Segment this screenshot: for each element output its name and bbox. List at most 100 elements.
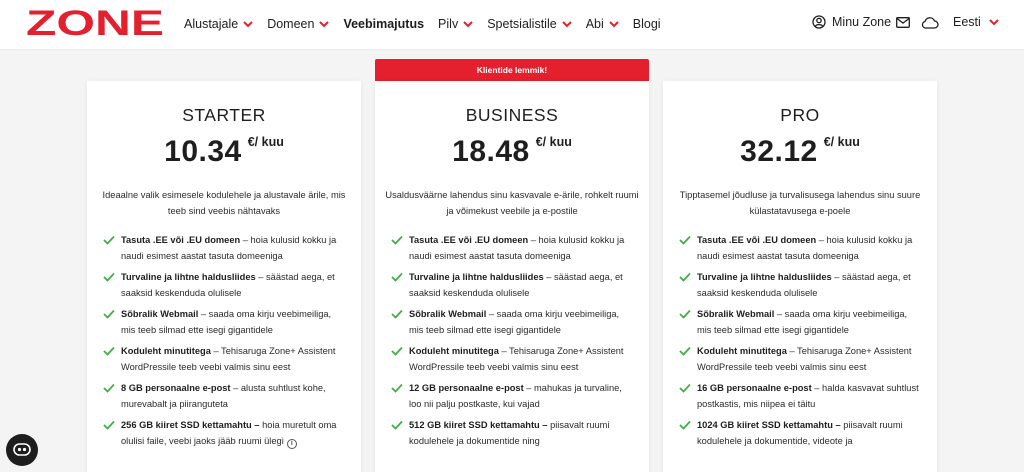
account-link[interactable]: Minu Zone [812, 15, 891, 29]
feature-list: Tasuta .EE või .EU domeen – hoia kulusid… [679, 232, 919, 454]
check-icon [391, 346, 403, 356]
nav-item-domeen[interactable]: Domeen [267, 17, 330, 31]
nav-item-abi[interactable]: Abi [586, 17, 619, 31]
plan-price: 32.12 €/ kuu [663, 135, 937, 169]
feature-title: 12 GB personaalne e-post [409, 383, 524, 393]
feature-title: Koduleht minutitega [121, 346, 211, 356]
check-icon [391, 383, 403, 393]
nav-item-label: Domeen [267, 17, 315, 31]
check-icon [679, 309, 691, 319]
chevron-down-icon [609, 20, 619, 27]
info-icon[interactable]: i [286, 439, 297, 449]
check-icon [103, 383, 115, 393]
feature-title: Koduleht minutitega [697, 346, 787, 356]
feature-item: Sõbralik Webmail – saada oma kirju veebi… [679, 306, 919, 338]
feature-item: Koduleht minutitega – Tehisaruga Zone+ A… [103, 343, 343, 375]
feature-item: 512 GB kiiret SSD kettamahtu – piisavalt… [391, 417, 631, 449]
plan-description: Tipptasemel jõudluse ja turvalisusega la… [679, 190, 921, 216]
feature-title: 8 GB personaalne e-post [121, 383, 231, 393]
feature-item: 256 GB kiiret SSD kettamahtu – hoia mure… [103, 417, 343, 449]
mail-icon [896, 17, 910, 28]
feature-title: Tasuta .EE või .EU domeen [409, 235, 529, 245]
feature-title: 1024 GB kiiret SSD kettamahtu – [697, 420, 841, 430]
check-icon [103, 309, 115, 319]
chevron-down-icon [319, 20, 330, 27]
account-label: Minu Zone [832, 15, 892, 29]
language-select[interactable]: Eesti [953, 15, 999, 29]
plan-price: 18.48 €/ kuu [375, 135, 649, 169]
nav-item-pilv[interactable]: Pilv [438, 17, 473, 31]
feature-item: Tasuta .EE või .EU domeen – hoia kulusid… [103, 232, 343, 264]
svg-text:ZONE: ZONE [26, 8, 164, 38]
feature-item: Sõbralik Webmail – saada oma kirju veebi… [103, 306, 343, 338]
nav-item-veebimajutus[interactable]: Veebimajutus [343, 17, 424, 31]
plan-card-business: BUSINESS 18.48 €/ kuu Usaldusväärne lahendu… [375, 81, 649, 472]
check-icon [679, 235, 691, 245]
feature-item: 8 GB personaalne e-post – alusta suhtlus… [103, 380, 343, 412]
feature-item: Turvaline ja lihtne haldusliides – sääst… [679, 269, 919, 301]
cloud-icon [921, 17, 939, 29]
feature-title: 256 GB kiiret SSD kettamahtu – [121, 420, 260, 430]
check-icon [679, 346, 691, 356]
feature-item: Sõbralik Webmail – saada oma kirju veebi… [391, 306, 631, 338]
plan-name: STARTER [182, 105, 266, 125]
feature-item: 1024 GB kiiret SSD kettamahtu – piisaval… [679, 417, 919, 449]
chevron-down-icon [989, 18, 999, 25]
popular-ribbon: Klientide lemmik! [375, 59, 649, 81]
nav-item-label: Alustajale [184, 17, 239, 31]
feature-title: Turvaline ja lihtne haldusliides [697, 272, 832, 282]
check-icon [391, 235, 403, 245]
cloud-button[interactable] [921, 17, 939, 29]
check-icon [391, 309, 403, 319]
price-value: 32.12 [740, 135, 818, 168]
feature-item: Tasuta .EE või .EU domeen – hoia kulusid… [679, 232, 919, 264]
price-unit: €/ kuu [535, 135, 572, 149]
check-icon [103, 346, 115, 356]
feature-title: Sõbralik Webmail [121, 309, 199, 319]
check-icon [103, 420, 115, 430]
feature-title: Sõbralik Webmail [409, 309, 487, 319]
feature-list: Tasuta .EE või .EU domeen – hoia kulusid… [391, 232, 631, 454]
nav-item-label: Blogi [632, 17, 661, 31]
nav-item-label: Pilv [438, 17, 459, 31]
price-value: 10.34 [164, 135, 242, 168]
feature-title: Turvaline ja lihtne haldusliides [121, 272, 256, 282]
price-value: 18.48 [452, 135, 530, 168]
check-icon [679, 420, 691, 430]
feature-title: 512 GB kiiret SSD kettamahtu – [409, 420, 548, 430]
chat-button[interactable] [6, 434, 38, 466]
plan-description: Ideaalne valik esimesele kodulehele ja a… [102, 190, 346, 216]
nav-item-alustajale[interactable]: Alustajale [184, 17, 253, 31]
price-unit: €/ kuu [823, 135, 860, 149]
chevron-down-icon [243, 20, 253, 27]
plan-card-starter: STARTER 10.34 €/ kuu Ideaalne valik esimese… [87, 81, 361, 472]
feature-item: 16 GB personaalne e-post – halda kasvava… [679, 380, 919, 412]
check-icon [391, 420, 403, 430]
check-icon [103, 272, 115, 282]
feature-item: Koduleht minutitega – Tehisaruga Zone+ A… [391, 343, 631, 375]
nav-item-label: Abi [585, 17, 604, 31]
nav-item-spetsialistile[interactable]: Spetsialistile [487, 17, 572, 31]
plan-card-pro: PRO 32.12 €/ kuu Tipptasemel jõudluse ja tu… [663, 81, 937, 472]
nav-item-blogi[interactable]: Blogi [633, 17, 661, 31]
check-icon [103, 235, 115, 245]
feature-title: Tasuta .EE või .EU domeen [697, 235, 817, 245]
check-icon [679, 383, 691, 393]
check-icon [391, 272, 403, 282]
zone-logo[interactable]: ZONE [26, 8, 166, 38]
chevron-down-icon [463, 20, 473, 27]
mail-button[interactable] [896, 17, 910, 28]
feature-item: Turvaline ja lihtne haldusliides – sääst… [103, 269, 343, 301]
user-icon [812, 15, 826, 29]
feature-title: 16 GB personaalne e-post [697, 383, 812, 393]
main-nav: Alustajale Domeen Veebimajutus Pilv Spet… [184, 17, 675, 31]
chat-icon [13, 443, 31, 456]
feature-title: Turvaline ja lihtne haldusliides [409, 272, 544, 282]
plan-price: 10.34 €/ kuu [87, 135, 361, 169]
feature-title: Sõbralik Webmail [697, 309, 775, 319]
feature-item: 12 GB personaalne e-post – mahukas ja tu… [391, 380, 631, 412]
site-header: ZONE Alustajale Domeen Veebimajutus Pilv… [0, 0, 1024, 50]
plan-name: PRO [780, 105, 820, 125]
plan-description: Usaldusväärne lahendus sinu kasvavale e-… [385, 190, 639, 216]
feature-title: Tasuta .EE või .EU domeen [121, 235, 241, 245]
